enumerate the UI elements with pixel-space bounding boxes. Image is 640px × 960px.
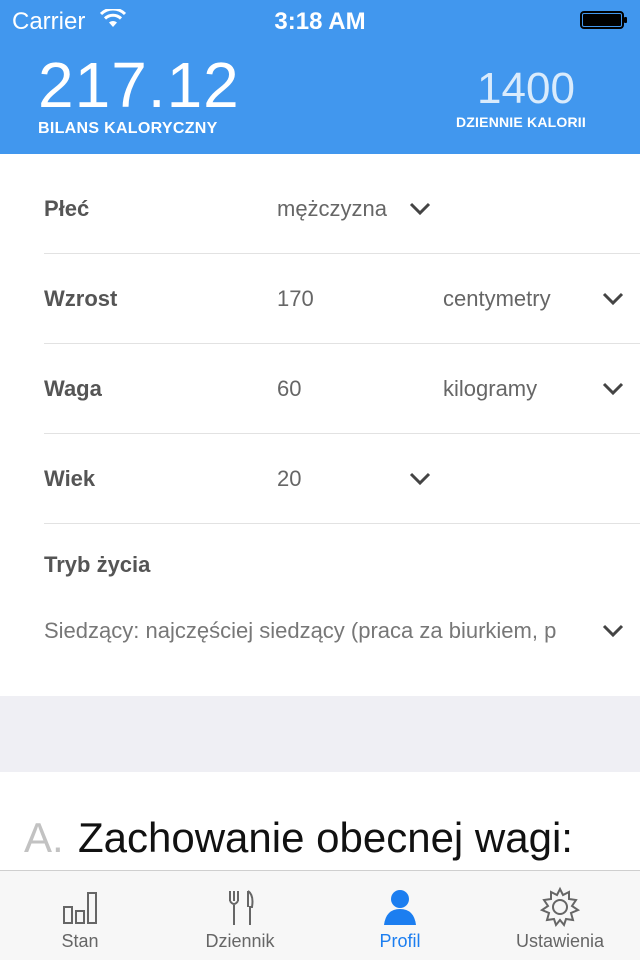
status-time: 3:18 AM — [274, 8, 366, 35]
lifestyle-select[interactable]: Siedzący: najczęściej siedzący (praca za… — [44, 618, 600, 644]
age-select[interactable]: 20 — [277, 434, 301, 524]
tab-stan[interactable]: Stan — [0, 871, 160, 960]
calorie-balance-label: BILANS KALORYCZNY — [38, 120, 218, 137]
gear-icon — [538, 885, 582, 929]
tab-dziennik[interactable]: Dziennik — [160, 871, 320, 960]
tab-label: Ustawienia — [515, 931, 605, 951]
tab-label: Dziennik — [205, 931, 275, 951]
chevron-down-icon[interactable] — [602, 382, 624, 396]
daily-calories-value: 1400 — [477, 64, 575, 113]
height-unit-select[interactable]: centymetry — [443, 254, 551, 344]
summary-header: Carrier 3:18 AM 217.12 BILANS KALORYCZNY… — [0, 0, 640, 154]
user-icon — [378, 885, 422, 929]
tab-label: Stan — [61, 931, 99, 951]
chevron-down-icon[interactable] — [409, 472, 431, 486]
weight-input[interactable]: 60 — [277, 344, 301, 434]
tab-profil[interactable]: Profil — [320, 871, 480, 960]
bar-chart-icon — [58, 885, 102, 929]
plan-title: Zachowanie obecnej wagi: — [78, 814, 573, 861]
weight-label: Waga — [44, 376, 102, 401]
weight-row: Waga 60 kilogramy — [44, 344, 640, 434]
chevron-down-icon[interactable] — [409, 202, 431, 216]
tab-label: Profil — [379, 931, 421, 951]
tab-ustawienia[interactable]: Ustawienia — [480, 871, 640, 960]
plan-letter: A. — [24, 814, 64, 861]
chevron-down-icon[interactable] — [602, 624, 624, 638]
gender-label: Płeć — [44, 196, 90, 221]
height-input[interactable]: 170 — [277, 254, 314, 344]
age-label: Wiek — [44, 466, 96, 491]
height-row: Wzrost 170 centymetry — [44, 254, 640, 344]
chevron-down-icon[interactable] — [602, 292, 624, 306]
calorie-balance-value: 217.12 — [38, 49, 240, 121]
age-row: Wiek 20 — [44, 434, 640, 524]
plan-section: A. Zachowanie obecnej wagi: — [0, 772, 640, 870]
status-bar: Carrier 3:18 AM — [0, 0, 640, 40]
gender-select[interactable]: mężczyzna — [277, 164, 387, 254]
lifestyle-label: Tryb życia — [44, 552, 151, 577]
gender-row: Płeć mężczyzna — [44, 164, 640, 254]
tab-bar: Stan Dziennik Profil Ustawienia — [0, 870, 640, 960]
section-separator — [0, 696, 640, 772]
profile-form: Płeć mężczyzna Wzrost 170 centymetry Wag… — [0, 154, 640, 696]
fork-knife-icon — [218, 885, 262, 929]
weight-unit-select[interactable]: kilogramy — [443, 344, 537, 434]
battery-icon — [580, 11, 628, 29]
daily-calories-label: DZIENNIE KALORII — [456, 114, 586, 130]
height-label: Wzrost — [44, 286, 118, 311]
